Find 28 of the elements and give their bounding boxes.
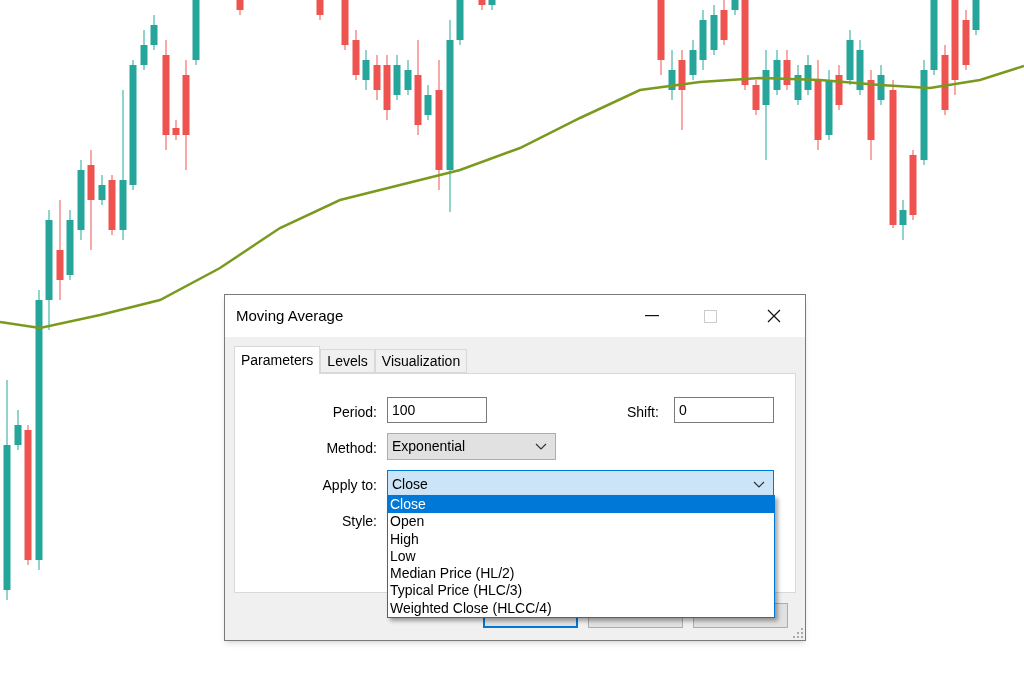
dropdown-option[interactable]: High	[388, 530, 774, 548]
tab[interactable]: Parameters	[234, 346, 321, 374]
input-field[interactable]: 0	[674, 397, 774, 423]
maximize-icon	[704, 309, 717, 323]
chevron-down-icon	[753, 480, 765, 488]
field-label: Method:	[326, 439, 377, 458]
resize-grip-icon[interactable]	[793, 628, 804, 639]
dropdown-value: Exponential	[392, 437, 466, 456]
field-label: Style:	[342, 512, 377, 531]
field-label: Apply to:	[322, 476, 377, 495]
close-icon[interactable]	[767, 309, 781, 323]
window-title: Moving Average	[236, 305, 345, 326]
input-field[interactable]: 100	[387, 397, 487, 423]
minimize-icon[interactable]	[645, 315, 659, 317]
tab[interactable]: Levels	[320, 349, 375, 373]
field-label: Shift:	[627, 403, 659, 422]
dropdown-option[interactable]: Close	[388, 496, 774, 514]
dropdown-option[interactable]: Open	[388, 513, 774, 531]
field-label: Period:	[332, 403, 377, 422]
dropdown[interactable]: Exponential	[387, 433, 556, 460]
dropdown-value: Close	[392, 474, 428, 494]
dropdown-option[interactable]: Weighted Close (HLCC/4)	[388, 599, 774, 618]
chevron-down-icon	[535, 443, 547, 450]
dropdown-option[interactable]: Median Price (HL/2)	[388, 565, 774, 583]
tab[interactable]: Visualization	[374, 349, 468, 373]
dropdown-option[interactable]: Low	[388, 547, 774, 566]
dropdown[interactable]: Close	[387, 470, 774, 498]
dropdown-option[interactable]: Typical Price (HLC/3)	[388, 582, 774, 600]
